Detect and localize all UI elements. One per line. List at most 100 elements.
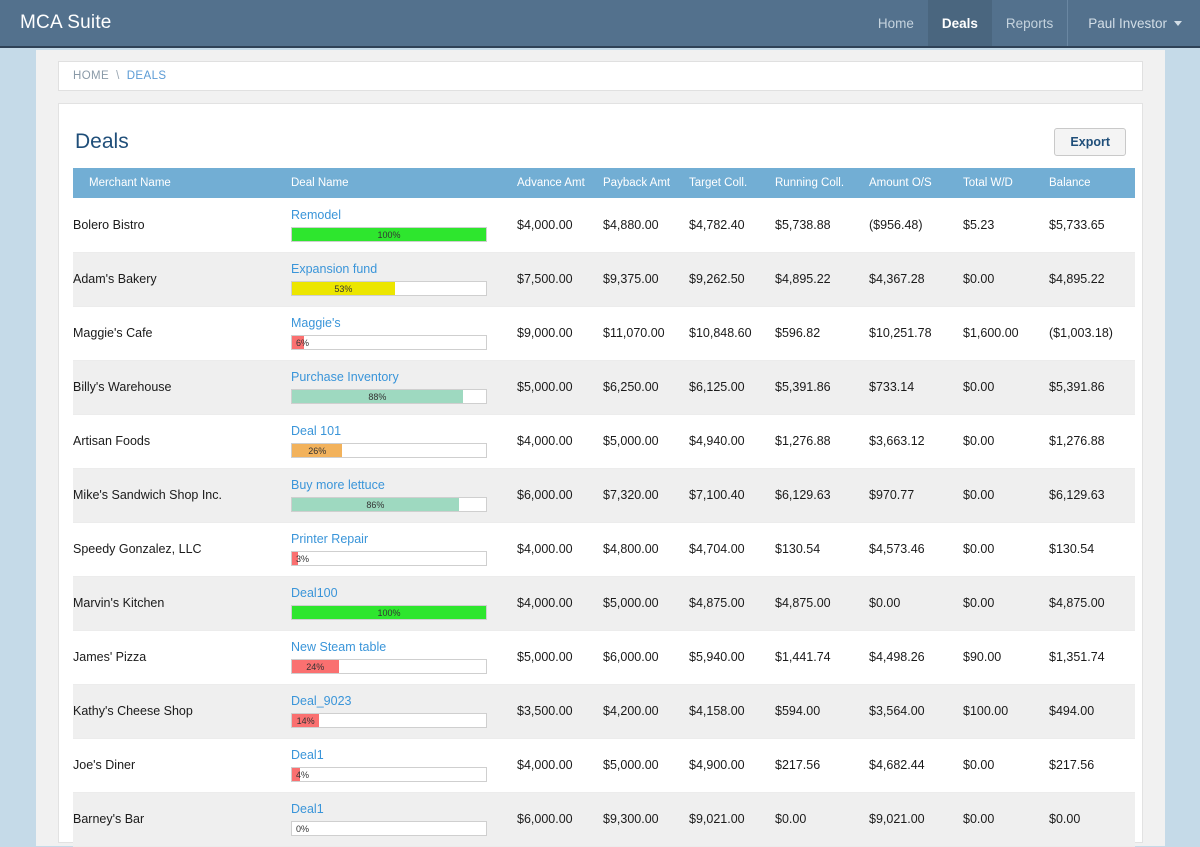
- table-row[interactable]: Artisan Foods Deal 101 26% $4,000.00 $5,000.…: [73, 414, 1135, 469]
- deal-name-link[interactable]: Deal1: [291, 748, 517, 762]
- deal-name-cell: Deal1 4%: [291, 738, 517, 793]
- withdrawn-cell: $0.00: [963, 522, 1049, 577]
- table-row[interactable]: Joe's Diner Deal1 4% $4,000.00 $5,000.00 $4,9…: [73, 738, 1135, 793]
- deal-name-cell: Deal100 100%: [291, 576, 517, 631]
- table-row[interactable]: Mike's Sandwich Shop Inc. Buy more lettuc…: [73, 468, 1135, 523]
- column-header-balance[interactable]: Balance: [1049, 168, 1135, 198]
- user-menu-label: Paul Investor: [1088, 15, 1167, 31]
- running-cell: $596.82: [775, 306, 869, 361]
- column-header-target-coll[interactable]: Target Coll.: [689, 168, 775, 198]
- running-cell: $4,875.00: [775, 576, 869, 631]
- running-cell: $5,391.86: [775, 360, 869, 415]
- column-header-total-w-d[interactable]: Total W/D: [963, 168, 1049, 198]
- payback-cell: $5,000.00: [603, 414, 689, 469]
- column-header-running-coll[interactable]: Running Coll.: [775, 168, 869, 198]
- running-cell: $130.54: [775, 522, 869, 577]
- collection-progress-bar: 24%: [291, 659, 487, 674]
- deal-name-link[interactable]: Expansion fund: [291, 262, 517, 276]
- header-row: Merchant Name Deal Name Advance Amt Payback…: [73, 168, 1135, 198]
- running-cell: $594.00: [775, 684, 869, 739]
- balance-cell: $494.00: [1049, 684, 1135, 739]
- nav-link-home[interactable]: Home: [864, 0, 928, 46]
- progress-bar-label: 86%: [366, 500, 385, 510]
- deal-name-link[interactable]: Purchase Inventory: [291, 370, 517, 384]
- outstanding-cell: ($956.48): [869, 198, 963, 253]
- outstanding-cell: $0.00: [869, 576, 963, 631]
- deal-name-link[interactable]: Buy more lettuce: [291, 478, 517, 492]
- outstanding-cell: $9,021.00: [869, 792, 963, 847]
- outstanding-cell: $4,498.26: [869, 630, 963, 685]
- deal-name-link[interactable]: Maggie's: [291, 316, 517, 330]
- withdrawn-cell: $0.00: [963, 738, 1049, 793]
- progress-bar-label: 100%: [377, 608, 401, 618]
- balance-cell: $217.56: [1049, 738, 1135, 793]
- outstanding-cell: $10,251.78: [869, 306, 963, 361]
- advance-cell: $4,000.00: [517, 576, 603, 631]
- column-header-payback-amt[interactable]: Payback Amt: [603, 168, 689, 198]
- column-header-deal-name[interactable]: Deal Name: [291, 168, 517, 198]
- deal-name-link[interactable]: Deal 101: [291, 424, 517, 438]
- deal-name-cell: Deal 101 26%: [291, 414, 517, 469]
- merchant-name-cell: Mike's Sandwich Shop Inc.: [73, 468, 291, 523]
- advance-cell: $4,000.00: [517, 738, 603, 793]
- deal-name-link[interactable]: New Steam table: [291, 640, 517, 654]
- payback-cell: $11,070.00: [603, 306, 689, 361]
- breadcrumb-separator: \: [116, 70, 120, 82]
- deal-name-link[interactable]: Remodel: [291, 208, 517, 222]
- target-cell: $4,704.00: [689, 522, 775, 577]
- deal-name-link[interactable]: Deal1: [291, 802, 517, 816]
- deal-name-link[interactable]: Deal100: [291, 586, 517, 600]
- outstanding-cell: $970.77: [869, 468, 963, 523]
- breadcrumb: HOME \ DEALS: [58, 61, 1143, 91]
- balance-cell: ($1,003.18): [1049, 306, 1135, 361]
- running-cell: $5,738.88: [775, 198, 869, 253]
- page-title: Deals: [75, 130, 129, 153]
- export-button[interactable]: Export: [1054, 128, 1126, 156]
- deal-name-cell: Printer Repair 3%: [291, 522, 517, 577]
- nav-link-deals[interactable]: Deals: [927, 0, 992, 46]
- withdrawn-cell: $1,600.00: [963, 306, 1049, 361]
- page-container: HOME \ DEALS Deals Export Merchant Name D…: [36, 50, 1165, 847]
- table-row[interactable]: Billy's Warehouse Purchase Inventory 88% $5…: [73, 360, 1135, 415]
- table-row[interactable]: Marvin's Kitchen Deal100 100% $4,000.00 $5,0…: [73, 576, 1135, 631]
- payback-cell: $6,000.00: [603, 630, 689, 685]
- progress-bar-label: 14%: [296, 716, 315, 726]
- nav-link-reports[interactable]: Reports: [992, 0, 1067, 46]
- table-row[interactable]: Speedy Gonzalez, LLC Printer Repair 3% $4,0…: [73, 522, 1135, 577]
- table-row[interactable]: James' Pizza New Steam table 24% $5,000.00 $…: [73, 630, 1135, 685]
- deal-name-link[interactable]: Printer Repair: [291, 532, 517, 546]
- running-cell: $0.00: [775, 792, 869, 847]
- advance-cell: $4,000.00: [517, 198, 603, 253]
- outstanding-cell: $3,663.12: [869, 414, 963, 469]
- collection-progress-bar: 14%: [291, 713, 487, 728]
- deal-name-link[interactable]: Deal_9023: [291, 694, 517, 708]
- withdrawn-cell: $100.00: [963, 684, 1049, 739]
- payback-cell: $4,880.00: [603, 198, 689, 253]
- running-cell: $6,129.63: [775, 468, 869, 523]
- balance-cell: $1,276.88: [1049, 414, 1135, 469]
- table-row[interactable]: Adam's Bakery Expansion fund 53% $7,500.00 $…: [73, 252, 1135, 307]
- table-row[interactable]: Maggie's Cafe Maggie's 6% $9,000.00 $11,070.…: [73, 306, 1135, 361]
- merchant-name-cell: Kathy's Cheese Shop: [73, 684, 291, 739]
- table-row[interactable]: Bolero Bistro Remodel 100% $4,000.00 $4,880.…: [73, 198, 1135, 253]
- table-row[interactable]: Barney's Bar Deal1 0% $6,000.00 $9,300.00 $9,…: [73, 792, 1135, 847]
- column-header-advance-amt[interactable]: Advance Amt: [517, 168, 603, 198]
- breadcrumb-home[interactable]: HOME: [73, 70, 109, 82]
- merchant-name-cell: Maggie's Cafe: [73, 306, 291, 361]
- payback-cell: $4,200.00: [603, 684, 689, 739]
- breadcrumb-deals[interactable]: DEALS: [127, 70, 167, 82]
- merchant-name-cell: Bolero Bistro: [73, 198, 291, 253]
- progress-bar-label: 53%: [334, 284, 353, 294]
- deal-name-cell: New Steam table 24%: [291, 630, 517, 685]
- outstanding-cell: $4,367.28: [869, 252, 963, 307]
- column-header-merchant-name[interactable]: Merchant Name: [73, 168, 291, 198]
- deals-table: Merchant Name Deal Name Advance Amt Payback…: [73, 168, 1135, 847]
- running-cell: $217.56: [775, 738, 869, 793]
- deal-name-cell: Buy more lettuce 86%: [291, 468, 517, 523]
- merchant-name-cell: Adam's Bakery: [73, 252, 291, 307]
- top-navbar: MCA Suite Home Deals Reports Paul Investor: [0, 0, 1200, 48]
- user-menu[interactable]: Paul Investor: [1067, 0, 1200, 46]
- table-row[interactable]: Kathy's Cheese Shop Deal_9023 14% $3,500.00…: [73, 684, 1135, 739]
- column-header-amount-o-s[interactable]: Amount O/S: [869, 168, 963, 198]
- deal-name-cell: Remodel 100%: [291, 198, 517, 253]
